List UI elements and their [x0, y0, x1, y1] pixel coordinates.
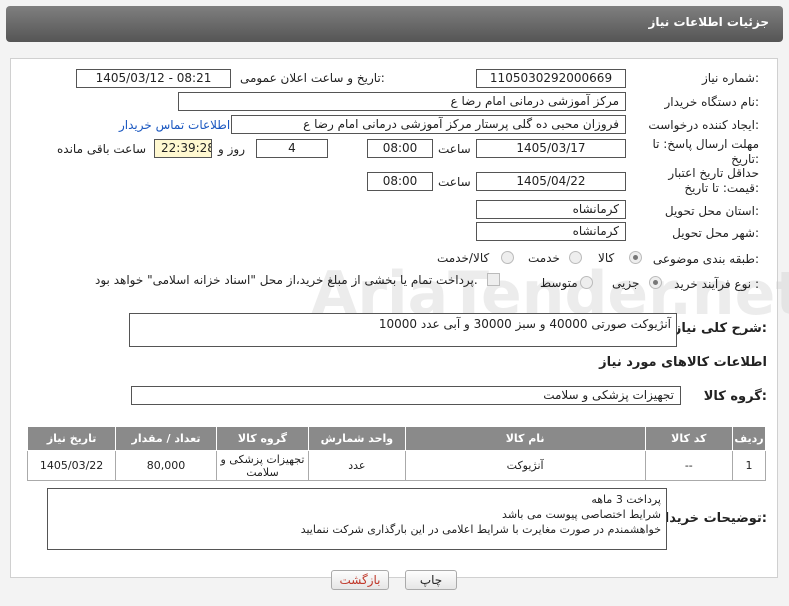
col-quantity: تعداد / مقدار: [115, 426, 217, 451]
category-radio-goods[interactable]: [629, 251, 642, 264]
buyer-note-line: پرداخت 3 ماهه: [591, 493, 661, 506]
col-goods-code: کد کالا: [644, 426, 733, 451]
buyer-org-field: مرکز آموزشی درمانی امام رضا ع: [178, 92, 626, 111]
cell-need-date: 1405/03/22: [26, 450, 117, 481]
col-goods-name: نام کالا: [404, 426, 646, 451]
requester-label: ایجاد کننده درخواست:: [648, 118, 759, 132]
validity-label: حداقل تاریخ اعتبار قیمت: تا تاریخ:: [668, 166, 759, 195]
category-label: طبقه بندی موضوعی:: [652, 252, 759, 266]
cell-unit: عدد: [308, 450, 406, 481]
announce-label: تاریخ و ساعت اعلان عمومی:: [240, 71, 385, 85]
payment-note: پرداخت تمام یا بخشی از مبلغ خرید،از محل …: [95, 273, 478, 287]
col-goods-group: گروه کالا: [215, 426, 310, 451]
cell-goods-code: --: [644, 450, 733, 481]
category-option-goods-service: کالا/خدمت: [437, 251, 490, 265]
goods-group-label: گروه کالا:: [703, 389, 767, 404]
col-row: ردیف: [731, 426, 767, 451]
days-field: 4: [256, 139, 328, 158]
buyer-notes-label: توضیحات خریدار:: [657, 511, 767, 526]
purchase-option-medium: متوسط: [540, 276, 578, 290]
summary-field: آنژیوکت صورتی 40000 و سبز 30000 و آبی عد…: [129, 313, 677, 347]
deadline-label: مهلت ارسال پاسخ: تا تاریخ:: [652, 137, 759, 166]
print-button[interactable]: چاپ: [405, 570, 457, 590]
category-option-service: خدمت: [528, 251, 560, 265]
need-number-field: 1105030292000669: [476, 69, 626, 88]
purchase-type-label: نوع فرآیند خرید :: [674, 277, 759, 291]
deadline-date-field: 1405/03/17: [476, 139, 626, 158]
title-bar: جزئیات اطلاعات نیاز: [6, 6, 783, 42]
requester-field: فروزان محبی ده گلی پرستار مرکز آموزشی در…: [231, 115, 626, 134]
buyer-note-line: شرایط اختصاصی پیوست می باشد: [502, 508, 661, 521]
deadline-time-field: 08:00: [367, 139, 433, 158]
purchase-radio-medium[interactable]: [580, 276, 593, 289]
category-option-goods: کالا: [598, 251, 615, 265]
goods-table: تاریخ نیاز تعداد / مقدار گروه کالا واحد …: [26, 426, 767, 481]
summary-label: شرح کلی نیاز:: [673, 321, 767, 336]
buyer-org-label: نام دستگاه خریدار:: [664, 95, 760, 109]
buyer-notes-field: پرداخت 3 ماهه شرایط اختصاصی پیوست می باش…: [47, 488, 667, 550]
goods-info-heading: اطلاعات کالاهای مورد نیاز: [599, 355, 767, 370]
treasury-payment-checkbox[interactable]: [487, 273, 500, 286]
remaining-time-field: 22:39:28: [154, 139, 212, 158]
table-header-row: تاریخ نیاز تعداد / مقدار گروه کالا واحد …: [26, 426, 767, 451]
cell-goods-group: تجهیزات پزشکی و سلامت: [215, 450, 310, 481]
col-unit: واحد شمارش: [308, 426, 406, 451]
purchase-option-minor: جزیی: [612, 276, 640, 290]
col-need-date: تاریخ نیاز: [26, 426, 117, 451]
days-label: روز و: [218, 142, 245, 156]
cell-quantity: 80,000: [115, 450, 217, 481]
province-field: کرمانشاه: [476, 200, 626, 219]
validity-time-label: ساعت: [438, 175, 471, 189]
remaining-label: ساعت باقی مانده: [57, 142, 147, 156]
category-radio-service[interactable]: [569, 251, 582, 264]
back-button[interactable]: بازگشت: [331, 570, 389, 590]
buyer-note-line: خواهشمندم در صورت مغایرت با شرایط اعلامی…: [300, 523, 661, 536]
cell-row: 1: [731, 450, 767, 481]
city-label: شهر محل تحویل:: [672, 226, 759, 240]
province-label: استان محل تحویل:: [664, 204, 759, 218]
page: جزئیات اطلاعات نیاز AriaTender.net شماره…: [0, 0, 789, 606]
city-field: کرمانشاه: [476, 222, 626, 241]
goods-group-field: تجهیزات پزشکی و سلامت: [131, 386, 681, 405]
purchase-radio-minor[interactable]: [649, 276, 662, 289]
contact-buyer-link[interactable]: اطلاعات تماس خریدار: [119, 118, 230, 132]
announce-field: 1405/03/12 - 08:21: [76, 69, 231, 88]
deadline-time-label: ساعت: [438, 142, 471, 156]
category-radio-goods-service[interactable]: [501, 251, 514, 264]
validity-time-field: 08:00: [367, 172, 433, 191]
details-panel: AriaTender.net شماره نیاز: 1105030292000…: [10, 58, 789, 578]
table-row: 1405/03/22 80,000 تجهیزات پزشکی و سلامت …: [26, 450, 767, 481]
page-title: جزئیات اطلاعات نیاز: [648, 15, 769, 29]
validity-date-field: 1405/04/22: [476, 172, 626, 191]
need-number-label: شماره نیاز:: [701, 71, 759, 85]
cell-goods-name: آنژیوکت: [404, 450, 646, 481]
